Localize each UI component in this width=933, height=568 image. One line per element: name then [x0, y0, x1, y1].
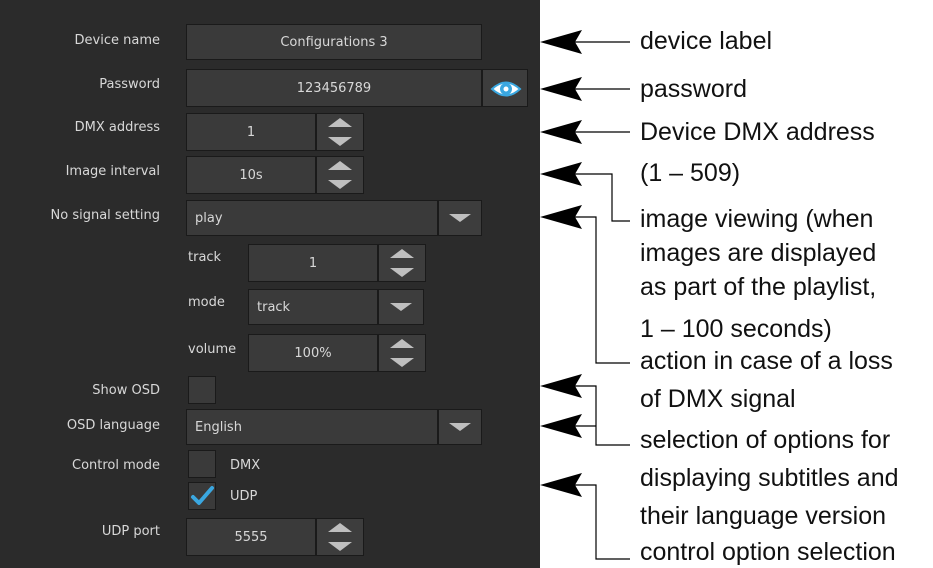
annotation-subtitles-1: selection of options for: [640, 426, 891, 454]
annotation-dmx-address: Device DMX address: [640, 118, 875, 146]
annotation-image-viewing-1: image viewing (when: [640, 205, 874, 233]
annotation-image-viewing-4: 1 – 100 seconds): [640, 315, 832, 343]
annotation-subtitles-2: displaying subtitles and: [640, 464, 899, 492]
annotation-subtitles-3: their language version: [640, 502, 886, 530]
annotation-control-option: control option selection: [640, 538, 896, 566]
annotation-image-viewing-3: as part of the playlist,: [640, 273, 877, 301]
annotation-device-label: device label: [640, 27, 773, 55]
annotation-image-viewing-2: images are displayed: [640, 239, 877, 267]
annotation-signal-loss-1: action in case of a loss: [640, 347, 893, 375]
annotation-dmx-range: (1 – 509): [640, 159, 741, 187]
annotation-password: password: [640, 75, 747, 103]
annotation-signal-loss-2: of DMX signal: [640, 385, 796, 413]
